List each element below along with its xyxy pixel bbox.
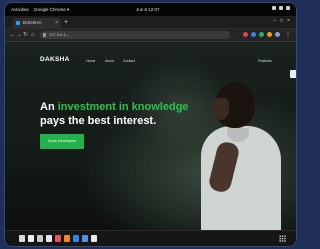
tab-daksha[interactable]: DAKSHA × — [13, 18, 61, 28]
site-info-icon[interactable] — [43, 33, 46, 37]
desktop-window: Activities Google Chrome ▾ Jun 6 12:07 D… — [5, 3, 296, 246]
app-grid-icon[interactable] — [279, 235, 286, 242]
taskbar — [5, 230, 296, 246]
favicon-icon — [16, 21, 20, 25]
volume-icon — [279, 6, 283, 10]
activities-button[interactable]: Activities — [11, 7, 29, 12]
know-developers-button[interactable]: Know Developers — [40, 134, 84, 149]
webpage-hero: DAKSHA Home About Contact Features An in… — [5, 42, 296, 231]
tab-title: DAKSHA — [23, 20, 42, 25]
kebab-menu-icon[interactable]: ⋮ — [285, 30, 291, 40]
profile-avatar[interactable] — [275, 32, 280, 37]
browser-tab-bar: DAKSHA × + – □ × — [5, 16, 296, 29]
extension-icon[interactable] — [243, 32, 248, 37]
nav-link-about[interactable]: About — [105, 59, 114, 63]
chrome-icon[interactable] — [82, 235, 88, 242]
power-icon — [286, 6, 290, 10]
headline-line-2: pays the best interest. — [40, 115, 157, 127]
nav-link-features[interactable]: Features — [258, 59, 272, 63]
firefox-icon[interactable] — [64, 235, 70, 242]
document-icon[interactable] — [28, 235, 34, 242]
headline-part: An — [40, 101, 58, 113]
new-tab-button[interactable]: + — [64, 18, 68, 27]
dock — [19, 235, 97, 242]
reload-icon[interactable]: ↻ — [23, 30, 28, 40]
app-menu[interactable]: Google Chrome ▾ — [34, 7, 69, 13]
minimize-icon[interactable]: – — [273, 18, 276, 24]
vscode-icon[interactable] — [73, 235, 79, 242]
url-text: 127.0.0.1:... — [49, 32, 71, 37]
student-photo — [213, 98, 229, 120]
extension-icon[interactable] — [251, 32, 256, 37]
side-widget-icon[interactable] — [290, 70, 296, 78]
maximize-icon[interactable]: □ — [280, 18, 283, 24]
trash-icon[interactable] — [91, 235, 97, 242]
close-window-icon[interactable]: × — [287, 18, 290, 24]
nav-link-home[interactable]: Home — [86, 59, 95, 63]
files-icon[interactable] — [19, 235, 25, 242]
headline-accent: investment in knowledge — [57, 101, 189, 113]
text-editor-icon[interactable] — [37, 235, 43, 242]
close-tab-icon[interactable]: × — [55, 18, 58, 28]
forward-icon[interactable]: → — [16, 30, 22, 40]
site-logo[interactable]: DAKSHA — [40, 56, 70, 63]
clock[interactable]: Jun 6 12:07 — [136, 7, 160, 12]
network-icon — [272, 6, 276, 10]
address-bar[interactable]: 127.0.0.1:... — [40, 31, 230, 39]
back-icon[interactable]: ← — [9, 30, 15, 40]
nav-link-contact[interactable]: Contact — [123, 59, 135, 63]
hero-headline: An investment in knowledge pays the best… — [40, 100, 200, 128]
os-top-bar: Activities Google Chrome ▾ Jun 6 12:07 — [5, 3, 296, 16]
extension-icon[interactable] — [259, 32, 264, 37]
window-controls: – □ × — [273, 18, 290, 24]
extension-icon[interactable] — [267, 32, 272, 37]
app-icon[interactable] — [55, 235, 61, 242]
home-icon[interactable]: ⌂ — [31, 30, 35, 40]
calendar-icon[interactable] — [46, 235, 52, 242]
browser-toolbar: ← → ↻ ⌂ 127.0.0.1:... ⋮ — [5, 29, 296, 42]
system-tray[interactable] — [272, 6, 290, 10]
